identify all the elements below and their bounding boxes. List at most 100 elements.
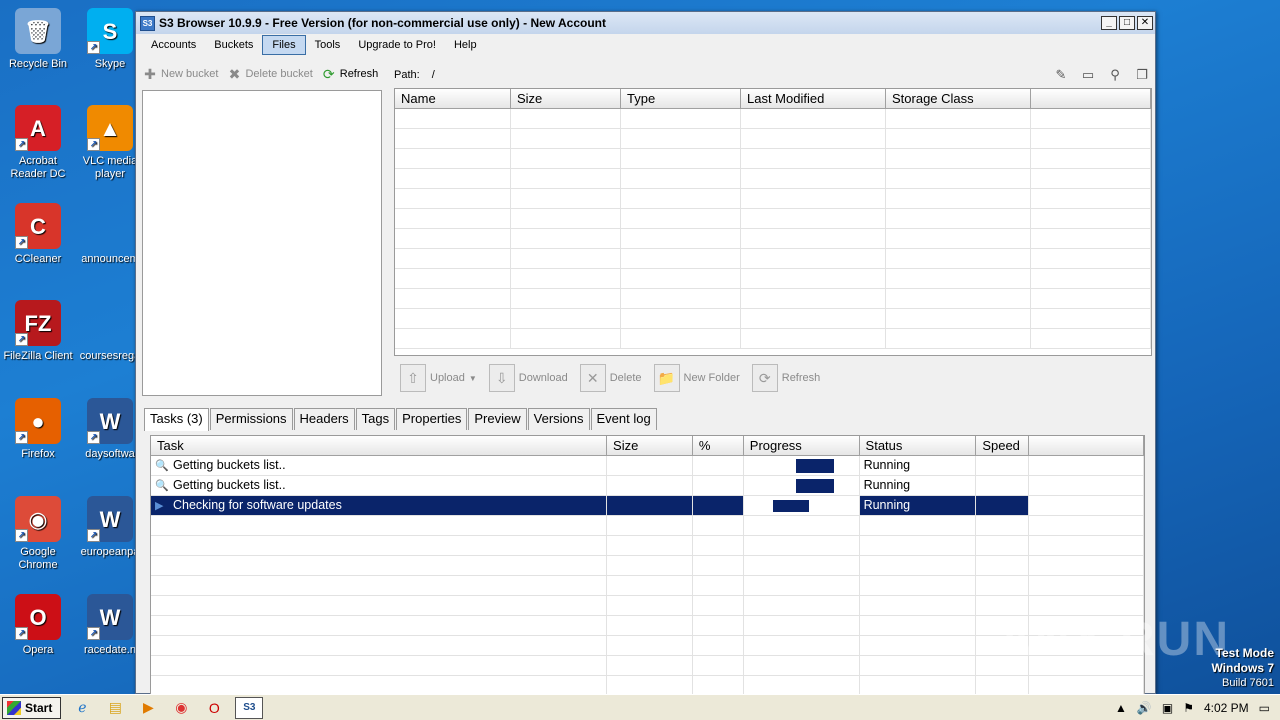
column-header[interactable]: Last Modified [741, 89, 886, 108]
table-cell [693, 516, 744, 535]
column-header[interactable]: Speed [976, 436, 1030, 455]
tab-versions[interactable]: Versions [527, 408, 590, 430]
desktop-opera-shortcut[interactable]: O ↗ Opera [0, 594, 76, 657]
menu-help[interactable]: Help [445, 36, 486, 54]
flag-icon[interactable]: ⚑ [1183, 701, 1194, 715]
column-header[interactable]: Progress [744, 436, 860, 455]
column-header[interactable]: Name [395, 89, 511, 108]
clock[interactable]: 4:02 PM [1204, 701, 1249, 715]
column-header[interactable]: Status [860, 436, 977, 455]
table-cell [395, 309, 511, 328]
bucket-list[interactable] [142, 90, 382, 396]
table-cell [741, 169, 886, 188]
new-bucket-button[interactable]: ✚ New bucket [142, 66, 218, 82]
close-button[interactable]: ✕ [1137, 16, 1153, 30]
volume-icon[interactable]: 🔊 [1137, 701, 1152, 715]
column-header[interactable]: % [693, 436, 744, 455]
delete-bucket-button[interactable]: ✖ Delete bucket [226, 66, 313, 82]
ie-icon[interactable]: ℯ [70, 697, 94, 719]
task-row[interactable]: ▶ Checking for software updates Running [151, 496, 1144, 516]
table-cell [744, 556, 860, 575]
tab-tags[interactable]: Tags [355, 408, 396, 430]
table-cell [151, 616, 608, 635]
refresh-buckets-button[interactable]: ⟳ Refresh [321, 66, 378, 82]
tab-headers[interactable]: Headers [293, 408, 355, 430]
task-name: Checking for software updates [173, 498, 342, 512]
network-icon[interactable]: ▣ [1162, 701, 1173, 715]
column-header[interactable]: Size [607, 436, 693, 455]
tasks-table[interactable]: Task Size% Progress Status Speed 🔍 Getting bu… [150, 435, 1145, 695]
table-cell [976, 456, 1030, 475]
chevron-up-icon[interactable]: ▲ [1115, 701, 1127, 715]
table-cell [1029, 496, 1144, 515]
filter-icon[interactable]: ⚲ [1105, 66, 1125, 84]
maximize-button[interactable]: □ [1119, 16, 1135, 30]
table-cell [621, 269, 741, 288]
column-header[interactable]: Size [511, 89, 621, 108]
empty-table-row [395, 149, 1151, 169]
desktop-filezilla-shortcut[interactable]: FZ ↗ FileZilla Client [0, 300, 76, 363]
desktop-icon-label: Acrobat Reader DC [10, 155, 66, 180]
desktop-acrobat-reader-shortcut[interactable]: A ↗ Acrobat Reader DC [0, 105, 76, 181]
window-icon[interactable]: ▭ [1078, 66, 1098, 84]
build-number: Build 7601 [1222, 677, 1274, 689]
empty-table-row [395, 109, 1151, 129]
tab-permissions[interactable]: Permissions [209, 408, 293, 430]
menu-buckets[interactable]: Buckets [205, 36, 262, 54]
table-cell [976, 556, 1030, 575]
path-value[interactable]: / [432, 69, 1044, 81]
tab-tasks[interactable]: Tasks (3) [144, 408, 209, 431]
table-cell [395, 289, 511, 308]
task-row[interactable]: 🔍 Getting buckets list.. Running [151, 476, 1144, 496]
column-header[interactable]: Storage Class [886, 89, 1031, 108]
chrome-taskbar-icon[interactable]: ◉ [169, 697, 193, 719]
tab-event-log[interactable]: Event log [590, 408, 657, 430]
table-cell [1029, 676, 1144, 694]
table-cell [607, 556, 693, 575]
magnifier-icon: 🔍 [155, 460, 169, 472]
task-name: Getting buckets list.. [173, 458, 286, 472]
copy-icon[interactable]: ❐ [1132, 66, 1152, 84]
column-header[interactable]: Task [151, 436, 608, 455]
files-table[interactable]: Name Size Type Last Modified Storage Class [394, 88, 1152, 356]
task-row[interactable]: 🔍 Getting buckets list.. Running [151, 456, 1144, 476]
menu-files[interactable]: Files [262, 35, 306, 55]
new-folder-button[interactable]: 📁 New Folder [653, 364, 740, 392]
opera-taskbar-icon[interactable]: O [202, 697, 226, 719]
delete-button[interactable]: ✕ Delete [579, 364, 642, 392]
chrome-icon: ◉ ↗ [15, 496, 61, 542]
shortcut-arrow-icon: ↗ [87, 529, 100, 542]
column-header[interactable]: Type [621, 89, 741, 108]
menu-upgrade-to-pro[interactable]: Upgrade to Pro! [349, 36, 445, 54]
desktop-ccleaner-shortcut[interactable]: C ↗ CCleaner [0, 203, 76, 266]
menu-tools[interactable]: Tools [306, 36, 350, 54]
minimize-button[interactable]: _ [1101, 16, 1117, 30]
table-cell [511, 149, 621, 168]
column-header[interactable] [1031, 89, 1151, 108]
table-cell [395, 109, 511, 128]
media-player-icon[interactable]: ▶ [136, 697, 160, 719]
show-desktop-icon[interactable]: ▭ [1259, 701, 1270, 715]
start-button[interactable]: Start [2, 696, 62, 719]
table-cell [744, 576, 860, 595]
download-button[interactable]: ⇩ Download [488, 364, 568, 392]
column-header[interactable] [1029, 436, 1144, 455]
tab-properties[interactable]: Properties [396, 408, 468, 430]
table-cell [395, 169, 511, 188]
s3-browser-taskbar-icon[interactable]: S3 [235, 696, 264, 719]
desktop-firefox-shortcut[interactable]: ● ↗ Firefox [0, 398, 76, 461]
edit-pencil-icon[interactable]: ✎ [1051, 66, 1071, 84]
table-cell [621, 169, 741, 188]
title-bar[interactable]: S3 S3 Browser 10.9.9 - Free Version (for… [136, 12, 1155, 34]
delete-label: Delete [609, 372, 642, 384]
desktop-recycle-bin-shortcut[interactable]: 🗑 Recycle Bin [0, 8, 76, 71]
tab-preview[interactable]: Preview [468, 408, 527, 430]
menu-accounts[interactable]: Accounts [142, 36, 205, 54]
table-cell [621, 129, 741, 148]
table-cell [886, 169, 1031, 188]
refresh-files-button[interactable]: ⟳ Refresh [751, 364, 820, 392]
desktop-chrome-shortcut[interactable]: ◉ ↗ Google Chrome [0, 496, 76, 572]
upload-button[interactable]: ⇧ Upload ▼ [400, 364, 477, 392]
explorer-icon[interactable]: ▤ [103, 697, 127, 719]
table-cell [693, 636, 744, 655]
